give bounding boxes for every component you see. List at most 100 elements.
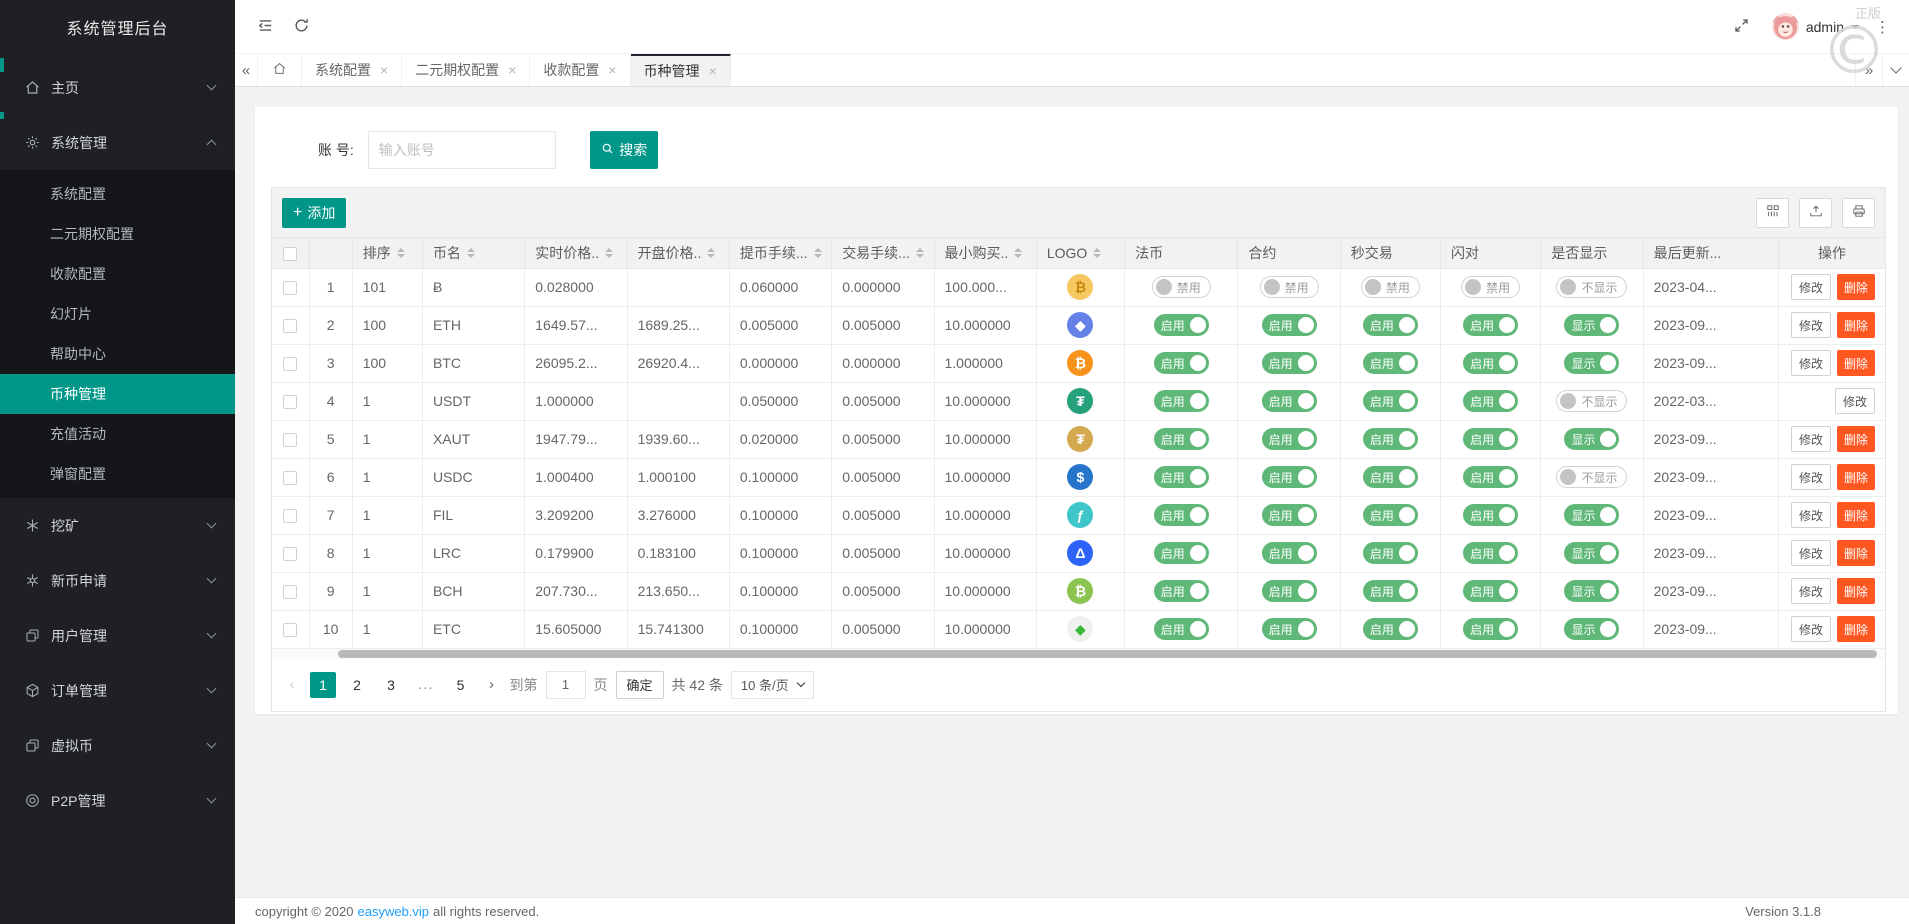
visible-toggle[interactable]: 显示 (1564, 618, 1619, 640)
flash-swap-toggle[interactable]: 启用 (1463, 390, 1518, 412)
add-button[interactable]: +添加 (282, 198, 346, 228)
sidebar-item-主页[interactable]: 主页 (0, 60, 235, 115)
seconds-trade-toggle[interactable]: 启用 (1363, 542, 1418, 564)
tab-二元期权配置[interactable]: 二元期权配置× (402, 54, 530, 86)
contract-toggle[interactable]: 启用 (1262, 390, 1317, 412)
edit-button[interactable]: 修改 (1791, 464, 1831, 490)
sort-icon[interactable] (916, 248, 924, 258)
collapse-sidebar-button[interactable] (247, 9, 283, 45)
contract-toggle[interactable]: 启用 (1262, 314, 1317, 336)
sidebar-item-虚拟币[interactable]: 虚拟币 (0, 718, 235, 773)
select-all-checkbox[interactable] (283, 247, 297, 261)
flash-swap-toggle[interactable]: 启用 (1463, 466, 1518, 488)
close-icon[interactable]: × (709, 63, 717, 79)
sidebar-subitem-幻灯片[interactable]: 幻灯片 (0, 294, 235, 334)
tabs-scroll-left-button[interactable]: « (235, 54, 258, 86)
edit-button[interactable]: 修改 (1791, 426, 1831, 452)
seconds-trade-toggle[interactable]: 禁用 (1361, 276, 1420, 298)
close-icon[interactable]: × (608, 62, 616, 78)
sort-icon[interactable] (1093, 248, 1101, 258)
flash-swap-toggle[interactable]: 启用 (1463, 352, 1518, 374)
visible-toggle[interactable]: 显示 (1564, 542, 1619, 564)
visible-toggle[interactable]: 显示 (1564, 580, 1619, 602)
contract-toggle[interactable]: 启用 (1262, 504, 1317, 526)
sidebar-subitem-充值活动[interactable]: 充值活动 (0, 414, 235, 454)
visible-toggle[interactable]: 显示 (1564, 352, 1619, 374)
delete-button[interactable]: 删除 (1837, 426, 1875, 452)
close-icon[interactable]: × (508, 62, 516, 78)
row-checkbox[interactable] (283, 433, 297, 447)
fiat-toggle[interactable]: 启用 (1154, 466, 1209, 488)
edit-button[interactable]: 修改 (1791, 312, 1831, 338)
tab-home[interactable] (258, 54, 302, 86)
fiat-toggle[interactable]: 禁用 (1152, 276, 1211, 298)
sidebar-item-挖矿[interactable]: 挖矿 (0, 498, 235, 553)
fullscreen-button[interactable] (1724, 9, 1760, 45)
tab-币种管理[interactable]: 币种管理× (631, 54, 731, 86)
sidebar-item-P2P管理[interactable]: P2P管理 (0, 773, 235, 828)
export-button[interactable] (1799, 198, 1832, 228)
edit-button[interactable]: 修改 (1791, 502, 1831, 528)
sidebar-subitem-收款配置[interactable]: 收款配置 (0, 254, 235, 294)
scrollbar-thumb[interactable] (338, 650, 1877, 658)
flash-swap-toggle[interactable]: 启用 (1463, 504, 1518, 526)
row-checkbox[interactable] (283, 509, 297, 523)
fiat-toggle[interactable]: 启用 (1154, 618, 1209, 640)
sort-icon[interactable] (707, 248, 715, 258)
refresh-button[interactable] (283, 9, 319, 45)
fiat-toggle[interactable]: 启用 (1154, 542, 1209, 564)
edit-button[interactable]: 修改 (1791, 274, 1831, 300)
visible-toggle[interactable]: 不显示 (1556, 276, 1627, 298)
sort-icon[interactable] (397, 248, 405, 258)
delete-button[interactable]: 删除 (1837, 616, 1875, 642)
row-checkbox[interactable] (283, 395, 297, 409)
fiat-toggle[interactable]: 启用 (1154, 352, 1209, 374)
contract-toggle[interactable]: 启用 (1262, 542, 1317, 564)
flash-swap-toggle[interactable]: 禁用 (1461, 276, 1520, 298)
tab-系统配置[interactable]: 系统配置× (302, 54, 402, 86)
contract-toggle[interactable]: 启用 (1262, 352, 1317, 374)
seconds-trade-toggle[interactable]: 启用 (1363, 390, 1418, 412)
visible-toggle[interactable]: 不显示 (1556, 390, 1627, 412)
seconds-trade-toggle[interactable]: 启用 (1363, 580, 1418, 602)
edit-button[interactable]: 修改 (1835, 388, 1875, 414)
contract-toggle[interactable]: 禁用 (1260, 276, 1319, 298)
delete-button[interactable]: 删除 (1837, 502, 1875, 528)
sidebar-subitem-弹窗配置[interactable]: 弹窗配置 (0, 454, 235, 494)
delete-button[interactable]: 删除 (1837, 540, 1875, 566)
seconds-trade-toggle[interactable]: 启用 (1363, 466, 1418, 488)
flash-swap-toggle[interactable]: 启用 (1463, 542, 1518, 564)
sort-icon[interactable] (1014, 248, 1022, 258)
visible-toggle[interactable]: 显示 (1564, 428, 1619, 450)
sidebar-subitem-帮助中心[interactable]: 帮助中心 (0, 334, 235, 374)
seconds-trade-toggle[interactable]: 启用 (1363, 504, 1418, 526)
flash-swap-toggle[interactable]: 启用 (1463, 580, 1518, 602)
user-menu[interactable]: admin (1760, 13, 1861, 40)
sidebar-item-系统管理[interactable]: 系统管理 (0, 115, 235, 170)
next-page-button[interactable]: › (482, 676, 502, 693)
edit-button[interactable]: 修改 (1791, 578, 1831, 604)
visible-toggle[interactable]: 显示 (1564, 504, 1619, 526)
prev-page-button[interactable]: ‹ (282, 676, 302, 693)
delete-button[interactable]: 删除 (1837, 274, 1875, 300)
row-checkbox[interactable] (283, 281, 297, 295)
edit-button[interactable]: 修改 (1791, 616, 1831, 642)
print-button[interactable] (1842, 198, 1875, 228)
flash-swap-toggle[interactable]: 启用 (1463, 314, 1518, 336)
row-checkbox[interactable] (283, 471, 297, 485)
fiat-toggle[interactable]: 启用 (1154, 314, 1209, 336)
sidebar-item-订单管理[interactable]: 订单管理 (0, 663, 235, 718)
contract-toggle[interactable]: 启用 (1262, 580, 1317, 602)
page-button-5[interactable]: 5 (448, 672, 474, 698)
confirm-button[interactable]: 确定 (616, 671, 664, 699)
row-checkbox[interactable] (283, 623, 297, 637)
delete-button[interactable]: 删除 (1837, 578, 1875, 604)
contract-toggle[interactable]: 启用 (1262, 618, 1317, 640)
delete-button[interactable]: 删除 (1837, 350, 1875, 376)
sidebar-subitem-币种管理[interactable]: 币种管理 (0, 374, 235, 414)
visible-toggle[interactable]: 不显示 (1556, 466, 1627, 488)
row-checkbox[interactable] (283, 357, 297, 371)
close-icon[interactable]: × (380, 62, 388, 78)
page-button-2[interactable]: 2 (344, 672, 370, 698)
seconds-trade-toggle[interactable]: 启用 (1363, 314, 1418, 336)
